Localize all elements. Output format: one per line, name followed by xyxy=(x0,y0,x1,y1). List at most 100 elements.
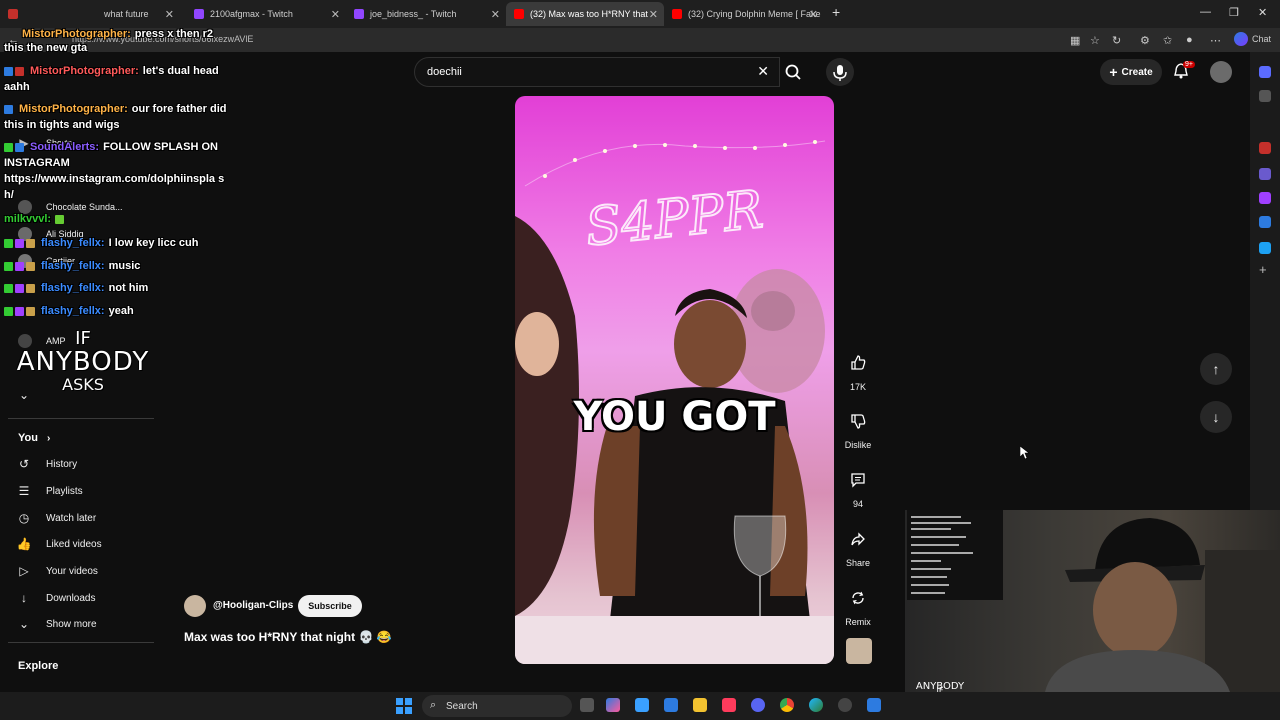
you-section-header[interactable]: You › xyxy=(18,432,50,444)
sidebar-item-your-videos[interactable]: ▷ Your videos xyxy=(16,560,98,582)
maximize-button[interactable]: ❐ xyxy=(1229,6,1239,19)
close-icon[interactable]: ✕ xyxy=(649,8,658,21)
shopping-icon[interactable] xyxy=(1259,142,1271,154)
logo-line: ANYBODY xyxy=(16,347,150,377)
channel-handle[interactable]: @Hooligan-Clips xyxy=(213,600,293,611)
extensions-icon[interactable]: ⚙ xyxy=(1140,34,1150,47)
tab-max-was-too[interactable]: (32) Max was too H*RNY that ✕ xyxy=(506,2,664,26)
share-button[interactable]: Share xyxy=(842,524,874,568)
chat-message: this the new gta xyxy=(4,42,88,54)
copilot-icon[interactable] xyxy=(1234,32,1248,46)
outlook-icon[interactable] xyxy=(1259,216,1271,228)
sidebar-item-show-more[interactable]: ⌄ Show more xyxy=(16,613,97,635)
search-box[interactable]: doechii ✕ xyxy=(414,57,780,87)
webcam-overlay: IF xyxy=(905,510,1280,692)
search-icon[interactable] xyxy=(1259,90,1271,102)
youtube-icon xyxy=(514,9,524,19)
favorite-icon[interactable]: ☆ xyxy=(1090,34,1100,47)
browser-tab-bar: what future ✕ 2100afgmax - Twitch ✕ joe_… xyxy=(0,0,1280,28)
copilot-icon[interactable] xyxy=(606,698,620,712)
favorites-icon[interactable]: ✩ xyxy=(1163,34,1172,47)
watch-later-icon: ◷ xyxy=(18,511,30,525)
thumbs-down-icon xyxy=(843,406,873,436)
chat-message: INSTAGRAM xyxy=(4,157,70,169)
twitch-icon xyxy=(354,9,364,19)
close-icon[interactable]: ✕ xyxy=(331,8,340,21)
channel-avatar xyxy=(18,200,32,214)
microphone-icon xyxy=(833,65,847,81)
sidebar-item-label: Playlists xyxy=(46,485,83,497)
music-icon[interactable] xyxy=(722,698,736,712)
arrow-down-icon: ↓ xyxy=(1212,409,1220,425)
comments-button[interactable]: 94 xyxy=(842,465,874,509)
next-short-button[interactable]: ↓ xyxy=(1200,401,1232,433)
refresh-icon[interactable]: ↻ xyxy=(1112,34,1121,47)
close-icon[interactable]: ✕ xyxy=(491,8,500,21)
tab-crying-dolphin[interactable]: (32) Crying Dolphin Meme [ Fake ✕ xyxy=(664,2,824,26)
tab-label: joe_bidness_ - Twitch xyxy=(370,9,457,19)
chat-label[interactable]: Chat xyxy=(1252,34,1271,44)
close-icon[interactable]: ✕ xyxy=(165,8,174,21)
tools-icon[interactable] xyxy=(1259,168,1271,180)
dislike-button[interactable]: Dislike xyxy=(842,406,874,450)
tab-what-future[interactable]: what future ✕ xyxy=(0,2,180,26)
sidebar-item-downloads[interactable]: ↓ Downloads xyxy=(16,587,95,609)
chat-message: flashy_fellx: yeah xyxy=(4,305,134,317)
taskbar-search[interactable]: ⌕ Search xyxy=(422,695,572,717)
notification-badge: 9+ xyxy=(1183,61,1195,68)
voice-search-button[interactable] xyxy=(826,58,854,86)
edge-icon[interactable] xyxy=(809,698,823,712)
search-button[interactable] xyxy=(780,57,806,87)
close-icon[interactable]: ✕ xyxy=(809,8,818,21)
task-view-icon[interactable] xyxy=(580,698,594,712)
settings-icon[interactable] xyxy=(635,698,649,712)
you-label: You xyxy=(18,432,38,444)
sound-thumbnail[interactable] xyxy=(846,638,872,664)
chrome-icon[interactable] xyxy=(780,698,794,712)
sidebar-item-label: Watch later xyxy=(46,512,97,524)
sidebar-item-history[interactable]: ↺ History xyxy=(16,453,77,475)
clear-search-icon[interactable]: ✕ xyxy=(757,63,769,80)
chat-message: https://www.instagram.com/dolphiinspla s xyxy=(4,173,225,185)
add-icon[interactable]: + xyxy=(1259,263,1271,276)
send-icon[interactable] xyxy=(1259,242,1271,254)
app-icon[interactable] xyxy=(867,698,881,712)
subscription-label: Chocolate Sunda... xyxy=(46,202,123,212)
like-button[interactable]: 17K xyxy=(842,348,874,392)
copilot-icon[interactable] xyxy=(1259,66,1271,78)
sidebar-item-watch-later[interactable]: ◷ Watch later xyxy=(16,507,96,529)
create-button[interactable]: + Create xyxy=(1100,59,1162,85)
apps-icon[interactable]: ▦ xyxy=(1070,34,1080,47)
new-tab-button[interactable]: + xyxy=(832,4,840,20)
share-icon xyxy=(843,524,873,554)
discord-icon[interactable] xyxy=(751,698,765,712)
obs-icon[interactable] xyxy=(838,698,852,712)
create-label: Create xyxy=(1121,66,1153,78)
sidebar-divider xyxy=(8,642,154,643)
store-icon[interactable] xyxy=(664,698,678,712)
windows-start-icon[interactable] xyxy=(396,698,412,714)
previous-short-button[interactable]: ↑ xyxy=(1200,353,1232,385)
profile-icon[interactable]: ● xyxy=(1186,34,1193,46)
chat-message: flashy_fellx: I low key licc cuh xyxy=(4,237,198,249)
account-avatar[interactable] xyxy=(1210,61,1232,83)
sidebar-item-label: Show more xyxy=(46,618,97,630)
sidebar-item-label: Downloads xyxy=(46,592,96,604)
remix-button[interactable]: Remix xyxy=(842,583,874,627)
channel-avatar[interactable] xyxy=(184,595,206,617)
file-explorer-icon[interactable] xyxy=(693,698,707,712)
games-icon[interactable] xyxy=(1259,192,1271,204)
more-icon[interactable]: ⋯ xyxy=(1210,34,1221,47)
thumbs-up-icon xyxy=(843,348,873,378)
shorts-video-player[interactable]: S4PPR YOU GOT xyxy=(515,96,834,664)
tab-2100afgmax[interactable]: 2100afgmax - Twitch ✕ xyxy=(186,2,346,26)
subscribe-button[interactable]: Subscribe xyxy=(298,595,362,617)
tab-joe-bidness[interactable]: joe_bidness_ - Twitch ✕ xyxy=(346,2,506,26)
chat-message: milkvvvl: xyxy=(4,213,66,225)
sidebar-item-playlists[interactable]: ☰ Playlists xyxy=(16,480,83,502)
minimize-button[interactable]: — xyxy=(1200,6,1211,18)
search-input[interactable]: doechii xyxy=(427,66,462,78)
tab-label: (32) Crying Dolphin Meme [ Fake xyxy=(688,9,821,19)
close-window-button[interactable]: ✕ xyxy=(1258,6,1267,19)
sidebar-item-liked-videos[interactable]: 👍 Liked videos xyxy=(16,533,102,555)
